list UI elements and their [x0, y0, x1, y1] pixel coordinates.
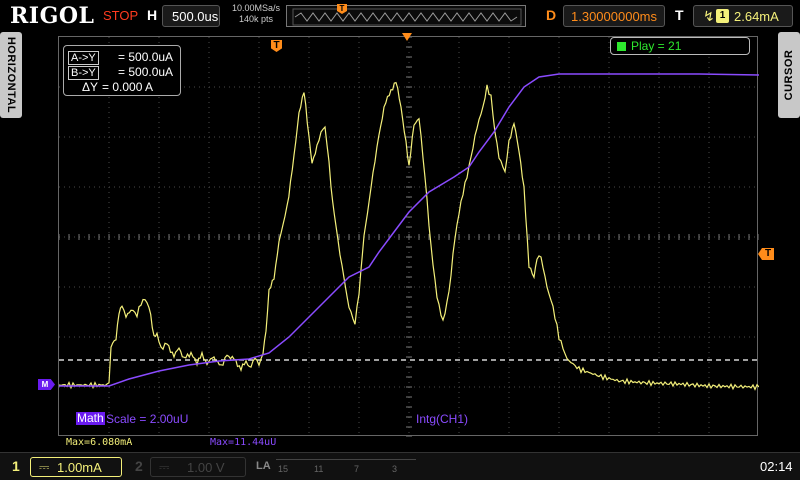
run-stop-status[interactable]: STOP	[103, 8, 138, 23]
horizontal-scale-value: 500.0us	[172, 9, 219, 24]
la-tick: 3	[392, 464, 398, 474]
ch2-scale-value: 1.00 V	[187, 460, 225, 475]
waveform-display	[59, 37, 759, 437]
math-offset-marker[interactable]: M	[38, 379, 55, 390]
cursor-b-value: = 500.0uA	[118, 65, 174, 79]
playback-status[interactable]: Play = 21	[610, 37, 750, 55]
horizontal-tab-label: HORIZONTAL	[5, 36, 17, 114]
cursor-b-label: B->Y	[68, 66, 99, 80]
la-tick: 7	[354, 464, 360, 474]
horizontal-scale-box[interactable]: 500.0us	[162, 5, 220, 27]
ch1-scale-box[interactable]: ⎓ 1.00mA	[30, 457, 122, 477]
la-tick: 15	[278, 464, 289, 474]
waveform-graticule[interactable]	[58, 36, 759, 437]
system-clock: 02:14	[760, 459, 793, 474]
dc-coupling-icon: ⎓	[39, 459, 50, 474]
cursor-delta-value: = 0.000 A	[102, 80, 154, 94]
delay-label: D	[546, 7, 557, 23]
cursor-a-row: A->Y = 500.0uA	[68, 50, 173, 65]
trigger-box[interactable]: ↯ 1 2.64mA	[693, 5, 793, 27]
brand-logo: RIGOL	[10, 3, 95, 29]
cursor-a-label: A->Y	[68, 51, 99, 65]
ch2-number[interactable]: 2	[135, 458, 143, 474]
cursor-a-value: = 500.0uA	[118, 50, 174, 64]
math-integral-waveform	[59, 73, 759, 387]
sample-rate: 10.00MSa/s	[231, 3, 281, 13]
play-count: Play = 21	[631, 39, 682, 53]
cursor-b-row: B->Y = 500.0uA	[68, 65, 173, 80]
cursor-delta-label: ΔY	[82, 80, 99, 94]
channel-status-bar: 1 ⎓ 1.00mA 2 ⎓ 1.00 V LA 15 11 7 3 02:14	[0, 452, 800, 480]
memory-depth: 140k pts	[238, 14, 274, 24]
play-indicator-icon	[617, 42, 626, 51]
trigger-label: T	[675, 7, 684, 23]
math-max-measurement: Max=11.44uU	[210, 437, 277, 448]
rising-edge-icon: ↯	[703, 8, 715, 24]
horizontal-menu-tab[interactable]: HORIZONTAL	[0, 32, 22, 118]
ch1-max-measurement: Max=6.080mA	[66, 437, 133, 448]
horizontal-label: H	[147, 7, 158, 23]
cursor-delta-row: ΔY = 0.000 A	[82, 80, 153, 95]
delay-value: 1.30000000ms	[571, 9, 658, 24]
cursor-readout-panel: A->Y = 500.0uA B->Y = 500.0uA ΔY = 0.000…	[63, 45, 181, 96]
delay-box[interactable]: 1.30000000ms	[563, 5, 665, 27]
math-scale-label: Scale = 2.00uU	[106, 412, 189, 426]
ch1-number[interactable]: 1	[12, 458, 20, 474]
ch2-scale-box[interactable]: ⎓ 1.00 V	[150, 457, 246, 477]
ch2-coupling-icon: ⎓	[159, 459, 170, 474]
math-channel-tag: Math	[76, 411, 105, 425]
memory-overview-strip[interactable]: T	[286, 4, 526, 27]
top-status-bar: RIGOL STOP H 500.0us 10.00MSa/s 140k pts…	[0, 0, 800, 32]
la-label: LA	[256, 460, 271, 472]
la-tick: 11	[314, 464, 324, 474]
acquisition-info: 10.00MSa/s 140k pts	[228, 3, 284, 25]
trigger-source-badge: 1	[716, 9, 729, 23]
cursor-menu-tab[interactable]: CURSOR	[778, 32, 800, 118]
la-channel-ticks: 15 11 7 3	[276, 459, 416, 475]
trigger-level-marker[interactable]: T	[758, 248, 774, 260]
cursor-tab-label: CURSOR	[783, 49, 795, 101]
memory-waveform-icon	[292, 8, 522, 26]
logic-analyzer-box[interactable]: LA 15 11 7 3	[252, 457, 420, 477]
trigger-level-value: 2.64mA	[734, 9, 779, 24]
ch1-scale-value: 1.00mA	[57, 460, 102, 475]
math-source-label: Intg(CH1)	[416, 412, 469, 426]
